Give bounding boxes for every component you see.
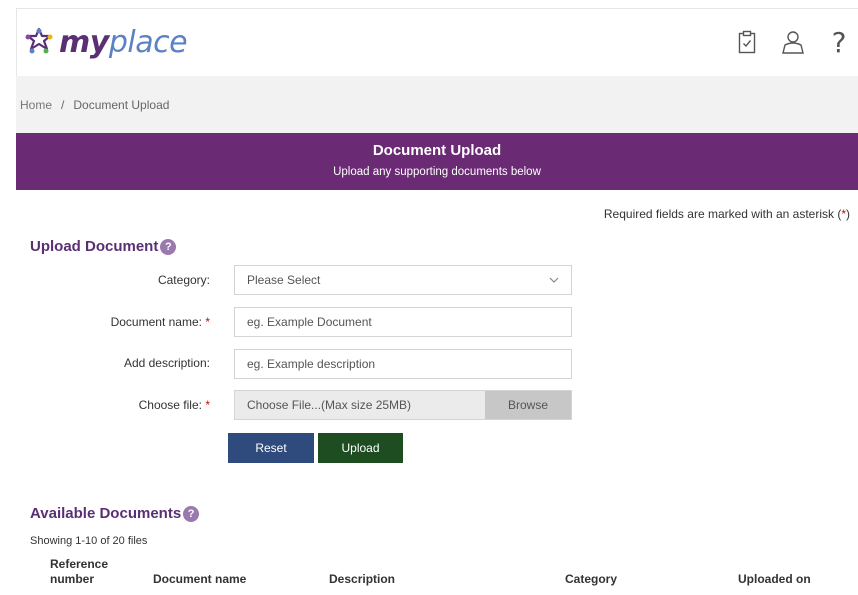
category-select[interactable]: Please Select [234,265,572,295]
logo-text: myplace [59,25,188,60]
showing-count: Showing 1-10 of 20 files [30,535,148,547]
clipboard-check-icon[interactable] [734,27,760,57]
document-name-input[interactable]: eg. Example Document [234,307,572,337]
logo[interactable]: myplace [23,25,188,60]
upload-document-heading: Upload Document ? [30,238,177,255]
help-icon[interactable]: ? [826,26,852,59]
column-uploaded-on[interactable]: Uploaded on [738,572,811,587]
available-documents-heading: Available Documents ? [30,505,200,522]
header-icons: ? [734,26,852,59]
reset-button[interactable]: Reset [228,433,314,463]
upload-help-icon[interactable]: ? [160,238,177,255]
logo-mark-icon [23,27,55,59]
column-document-name[interactable]: Document name [153,572,246,587]
user-icon[interactable] [780,27,806,57]
breadcrumb: Home / Document Upload [16,76,858,133]
upload-button[interactable]: Upload [318,433,403,463]
column-reference-number[interactable]: Reference number [50,557,108,587]
breadcrumb-current: Document Upload [73,97,170,112]
document-name-label: Document name: * [110,315,210,329]
breadcrumb-separator: / [61,97,65,112]
documents-help-icon[interactable]: ? [183,505,200,522]
required-fields-note: Required fields are marked with an aster… [603,207,850,221]
choose-file-label: Choose file: * [138,398,210,412]
description-label: Add description: [123,356,210,370]
file-chooser-text[interactable]: Choose File...(Max size 25MB) [235,391,485,419]
browse-button[interactable]: Browse [485,391,571,419]
app-header: myplace ? [16,8,858,76]
column-description[interactable]: Description [329,572,395,587]
chevron-down-icon [549,274,559,286]
page-banner: Document Upload Upload any supporting do… [16,133,858,190]
column-category[interactable]: Category [565,572,617,587]
page-subtitle: Upload any supporting documents below [333,166,541,178]
breadcrumb-home-link[interactable]: Home [20,98,52,112]
documents-table-header: Reference number Document name Descriptio… [0,557,858,595]
file-chooser[interactable]: Choose File...(Max size 25MB) Browse [234,390,572,420]
category-label: Category: [157,273,210,287]
description-input[interactable]: eg. Example description [234,349,572,379]
page-title: Document Upload [372,142,502,159]
